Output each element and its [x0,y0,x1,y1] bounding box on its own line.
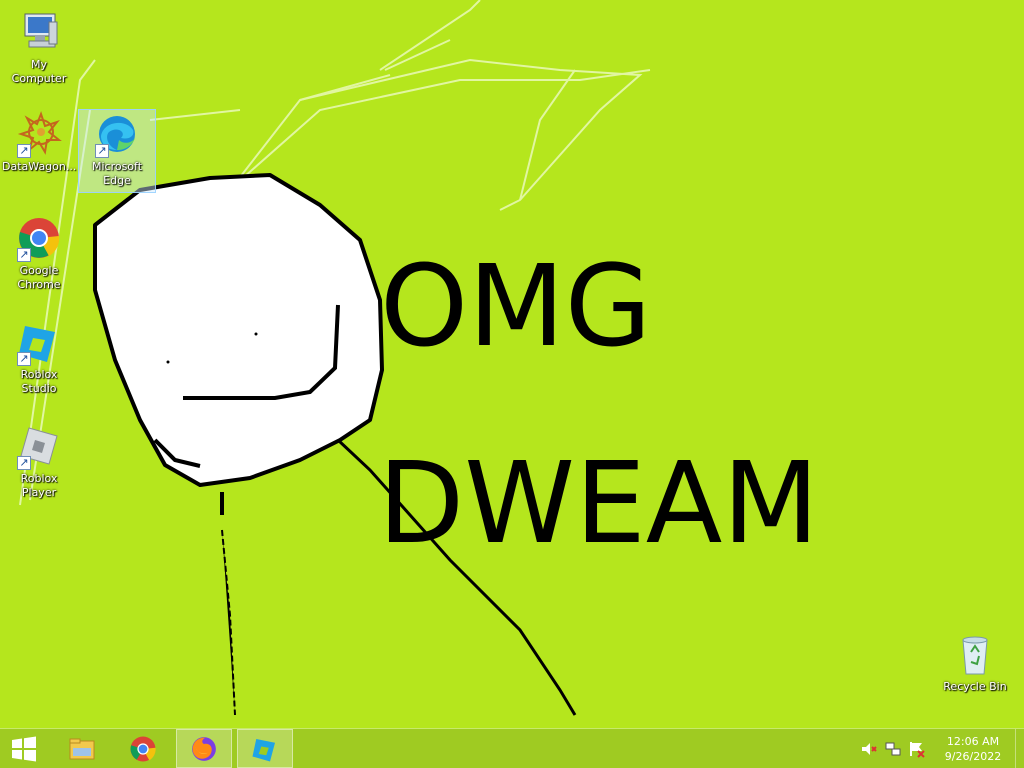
shortcut-arrow-icon: ↗ [17,144,31,158]
desktop-icon-my-computer[interactable]: My Computer [0,8,78,86]
folder-icon [69,738,95,759]
shortcut-arrow-icon: ↗ [95,144,109,158]
wallpaper-text-dweam: DWEAM [378,439,819,569]
start-button[interactable] [0,729,48,768]
taskbar-file-explorer[interactable] [54,729,110,768]
desktop-icon-label: Recycle Bin [943,680,1007,693]
desktop-icon-roblox-player[interactable]: ↗ Roblox Player [0,422,78,500]
wallpaper-text-omg: OMG [380,242,652,372]
roblox-studio-icon: ↗ [15,318,63,366]
taskbar-firefox[interactable] [176,729,232,768]
taskbar-google-chrome[interactable] [115,729,171,768]
my-computer-icon [15,8,63,56]
desktop-icon-label: DataWagon... [2,160,77,173]
chrome-icon: ↗ [15,214,63,262]
desktop-icon-google-chrome[interactable]: ↗ Google Chrome [0,214,78,292]
network-icon[interactable] [884,740,902,758]
action-center-icon[interactable] [908,740,926,758]
clock[interactable]: 12:06 AM 9/26/2022 [935,734,1011,764]
roblox-player-icon: ↗ [15,422,63,470]
volume-muted-icon[interactable] [860,740,878,758]
datawagon-icon: ↗ [15,110,63,158]
desktop-icon-label: Microsoft Edge [91,160,143,187]
edge-icon: ↗ [93,110,141,158]
roblox-studio-icon [252,738,275,761]
shortcut-arrow-icon: ↗ [17,352,31,366]
clock-time: 12:06 AM [946,734,1000,748]
firefox-icon [192,736,216,761]
recycle-bin-icon [951,630,999,678]
taskbar: 12:06 AM 9/26/2022 [0,728,1024,768]
desktop-icon-microsoft-edge[interactable]: ↗ Microsoft Edge [78,109,156,193]
desktop-icon-datawagon[interactable]: ↗ DataWagon... [0,110,78,174]
desktop-icon-label: Roblox Studio [20,368,58,395]
shortcut-arrow-icon: ↗ [17,456,31,470]
desktop-icon-label: My Computer [11,58,67,85]
chrome-icon [130,736,156,761]
desktop-icon-label: Roblox Player [20,472,58,499]
taskbar-roblox-studio[interactable] [237,729,293,768]
desktop-icon-label: Google Chrome [17,264,61,291]
desktop-icon-recycle-bin[interactable]: Recycle Bin [936,630,1014,694]
clock-date: 9/26/2022 [944,749,1002,763]
shortcut-arrow-icon: ↗ [17,248,31,262]
desktop-icon-roblox-studio[interactable]: ↗ Roblox Studio [0,318,78,396]
windows-logo-icon [12,736,36,761]
system-tray: 12:06 AM 9/26/2022 [857,729,1024,768]
show-desktop-button[interactable] [1015,729,1024,768]
